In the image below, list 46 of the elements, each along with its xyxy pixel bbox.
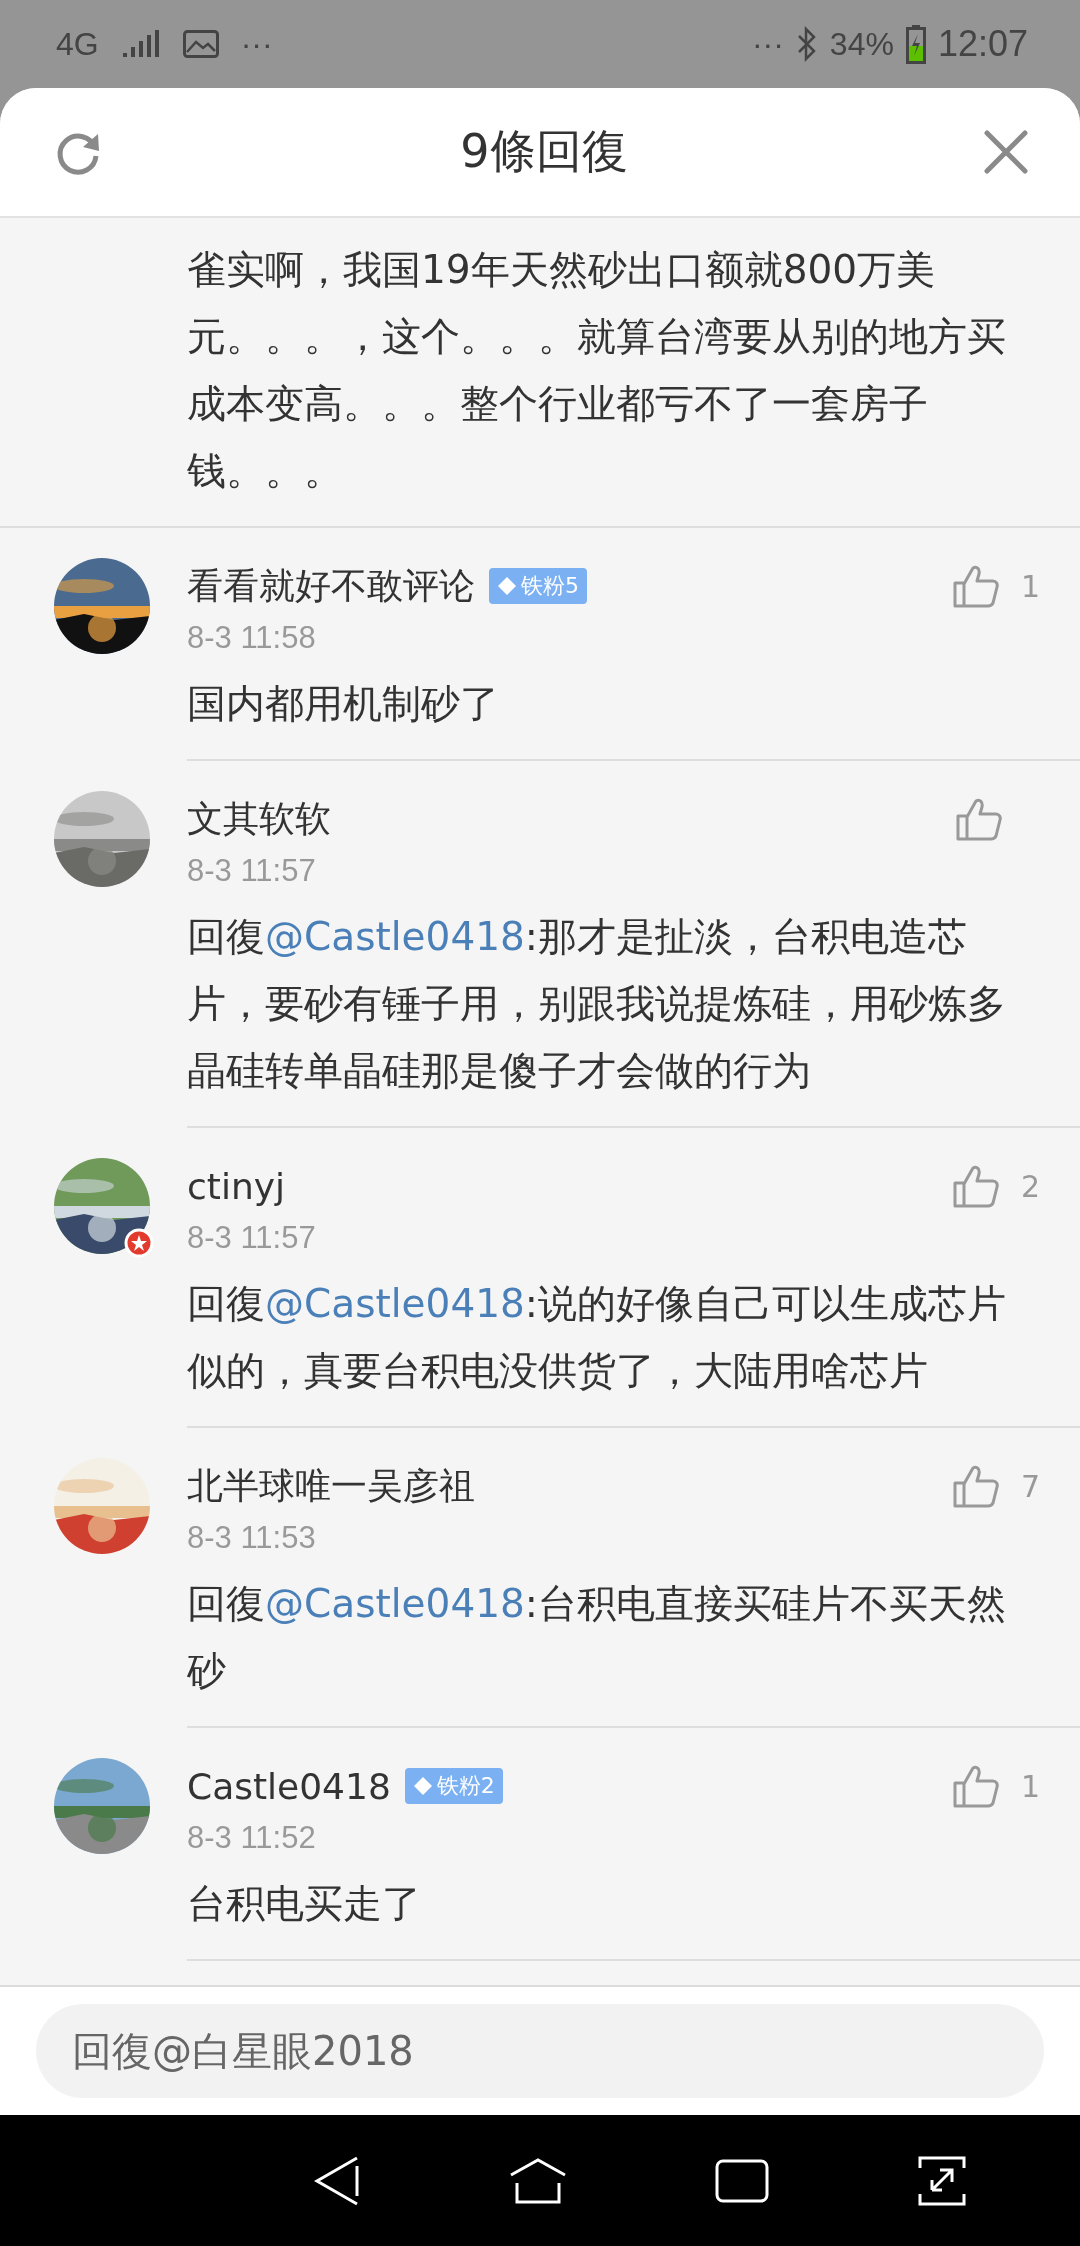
user-name[interactable]: 看看就好不敢评论 [187, 561, 475, 611]
comment-text: 回復@Castle0418:那才是扯淡，台积电造芯片，要砂有锤子用，别跟我说提炼硅，用砂炼多晶硅转单晶硅那是傻子才会做的行为 [187, 913, 1007, 1095]
recent-apps-icon[interactable] [715, 2158, 770, 2203]
user-name[interactable]: 北半球唯一吴彦祖 [187, 1461, 475, 1511]
home-icon[interactable] [508, 2156, 567, 2205]
mention-link[interactable]: @Castle0418 [265, 914, 525, 959]
comment-time: 8-3 11:53 [187, 1520, 317, 1557]
like-count: 1 [1020, 1768, 1040, 1804]
user-name[interactable]: ctinyj [187, 1165, 286, 1207]
comment-text: 台积电买走了 [187, 1880, 422, 1928]
comment-time: 8-3 11:57 [187, 1220, 317, 1257]
user-name[interactable]: Castle0418 [187, 1765, 391, 1807]
comment-text: 雀实啊，我国19年天然砂出口额就800万美元。。。，这个。。。就算台湾要从别的地方买成本变高。。。整个行业都亏不了一套房子钱。。。 [187, 246, 1007, 495]
like-count: 1 [1020, 568, 1040, 604]
mention-link[interactable]: @Castle0418 [265, 1281, 525, 1326]
comment-time: 8-3 11:58 [187, 620, 317, 657]
thumbs-up-icon[interactable] [952, 1464, 999, 1508]
bluetooth-icon [795, 26, 818, 62]
comment-text: 回復@Castle0418:台积电直接买硅片不买天然砂 [187, 1580, 1007, 1695]
thumbs-up-icon[interactable] [956, 797, 1002, 841]
image-icon [182, 30, 219, 58]
clock: 12:07 [937, 23, 1028, 65]
thumbs-up-icon[interactable] [952, 564, 999, 608]
diamond-icon [412, 1776, 433, 1796]
fan-level-tag: 铁粉5 [489, 568, 587, 604]
sheet-title: 9條回復 [460, 123, 628, 180]
user-name[interactable]: 文其软软 [187, 794, 331, 844]
diamond-icon [497, 576, 517, 596]
comment-text: 回復@Castle0418:说的好像自己可以生成芯片似的，真要台积电没供货了，大陆用啥芯片 [187, 1280, 1007, 1395]
more-indicator: ··· [240, 25, 273, 63]
comment-time: 8-3 11:52 [187, 1820, 317, 1857]
network-label: 4G [56, 25, 99, 63]
battery-icon [905, 24, 926, 64]
more-indicator: ··· [751, 25, 784, 63]
mention-link[interactable]: @Castle0418 [265, 1581, 525, 1626]
comment-time: 8-3 11:57 [187, 853, 317, 890]
like-count: 7 [1020, 1468, 1040, 1504]
thumbs-up-icon[interactable] [952, 1764, 999, 1808]
comment-text: 国内都用机制砂了 [187, 680, 500, 728]
reply-input-field[interactable]: 回復@白星眼2018 [36, 2004, 1044, 2098]
like-count: 2 [1020, 1168, 1040, 1204]
battery-percent: 34% [829, 25, 894, 63]
close-icon[interactable] [984, 130, 1028, 174]
signal-icon [120, 29, 161, 59]
fan-level-tag: 铁粉2 [404, 1768, 503, 1804]
thumbs-up-icon[interactable] [952, 1164, 999, 1208]
